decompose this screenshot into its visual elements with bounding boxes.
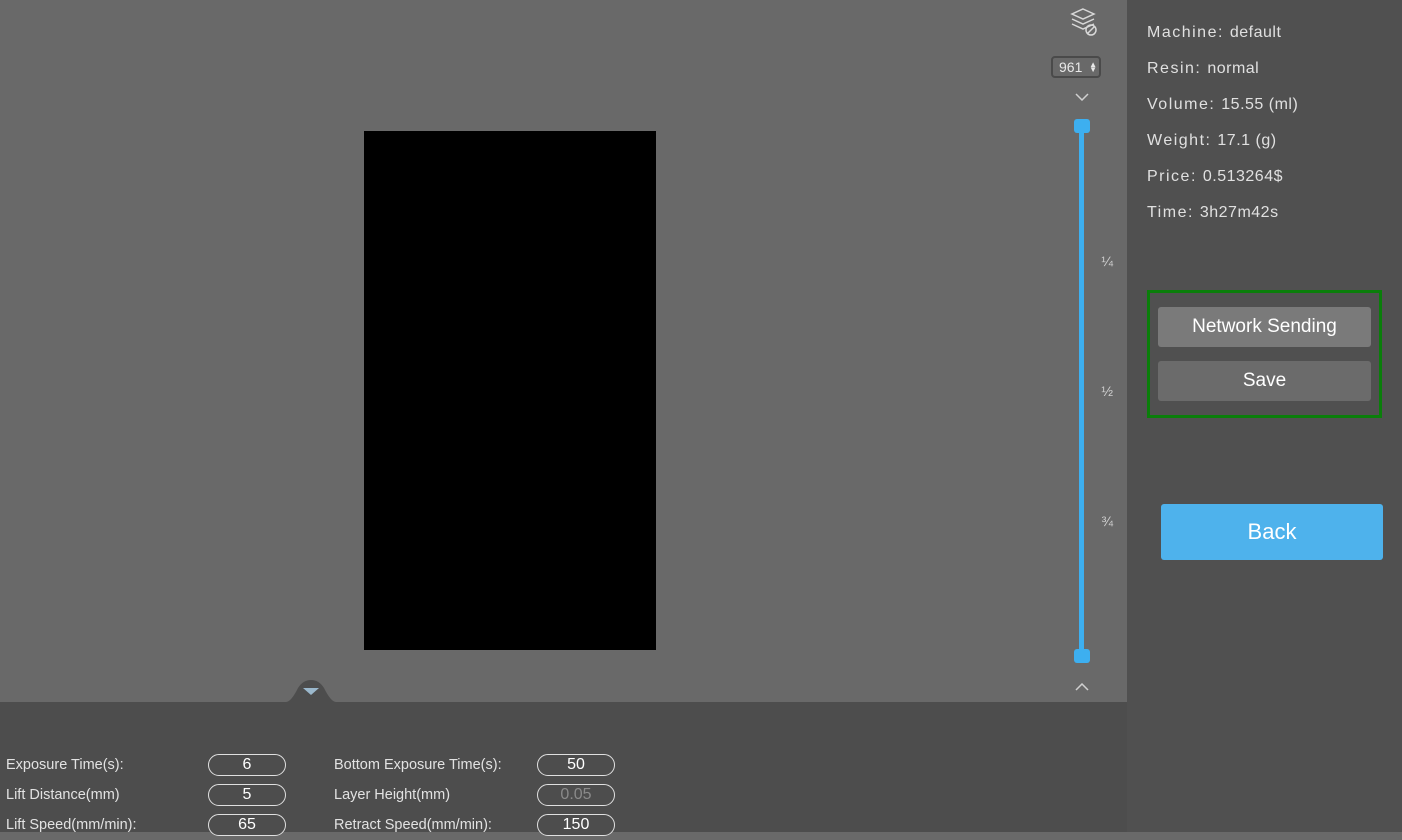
layer-number-value: 961 bbox=[1059, 59, 1082, 75]
lift-distance-label: Lift Distance(mm) bbox=[6, 787, 208, 803]
resin-info: Resin: normal bbox=[1147, 60, 1382, 78]
info-sidebar: Machine: default Resin: normal Volume: 1… bbox=[1127, 0, 1402, 832]
time-info: Time: 3h27m42s bbox=[1147, 204, 1382, 222]
chevron-down-icon[interactable] bbox=[1075, 88, 1089, 106]
layer-number-input[interactable]: 961 ▲▼ bbox=[1051, 56, 1101, 78]
exposure-time-input[interactable]: 6 bbox=[208, 754, 286, 776]
lift-speed-label: Lift Speed(mm/min): bbox=[6, 817, 208, 833]
slider-mark-three-quarter: ¾ bbox=[1101, 513, 1113, 529]
exposure-time-label: Exposure Time(s): bbox=[6, 757, 208, 773]
layer-height-label: Layer Height(mm) bbox=[334, 787, 537, 803]
save-button[interactable]: Save bbox=[1158, 361, 1371, 401]
bottom-exposure-input[interactable]: 50 bbox=[537, 754, 615, 776]
slider-mark-half: ½ bbox=[1101, 383, 1113, 399]
slice-preview[interactable] bbox=[364, 131, 656, 650]
layer-slider-track[interactable] bbox=[1079, 124, 1084, 658]
slider-mark-quarter: ¼ bbox=[1101, 253, 1113, 269]
back-button[interactable]: Back bbox=[1161, 504, 1383, 560]
volume-info: Volume: 15.55 (ml) bbox=[1147, 96, 1382, 114]
action-buttons-group: Network Sending Save bbox=[1147, 290, 1382, 418]
weight-info: Weight: 17.1 (g) bbox=[1147, 132, 1382, 150]
layers-icon[interactable] bbox=[1067, 6, 1099, 38]
spinner-arrows[interactable]: ▲▼ bbox=[1089, 62, 1097, 72]
layer-height-input: 0.05 bbox=[537, 784, 615, 806]
price-info: Price: 0.513264$ bbox=[1147, 168, 1382, 186]
panel-toggle-tab[interactable] bbox=[286, 680, 336, 702]
retract-speed-label: Retract Speed(mm/min): bbox=[334, 817, 537, 833]
retract-speed-input[interactable]: 150 bbox=[537, 814, 615, 836]
machine-info: Machine: default bbox=[1147, 24, 1382, 42]
network-sending-button[interactable]: Network Sending bbox=[1158, 307, 1371, 347]
lift-distance-input[interactable]: 5 bbox=[208, 784, 286, 806]
layer-slider-handle-bottom[interactable] bbox=[1074, 649, 1090, 663]
lift-speed-input[interactable]: 65 bbox=[208, 814, 286, 836]
parameters-panel: Exposure Time(s): 6 Bottom Exposure Time… bbox=[0, 702, 1127, 832]
preview-area: 961 ▲▼ ¼ ½ ¾ bbox=[0, 0, 1127, 702]
chevron-up-icon[interactable] bbox=[1075, 678, 1089, 696]
layer-slider-handle-top[interactable] bbox=[1074, 119, 1090, 133]
bottom-exposure-label: Bottom Exposure Time(s): bbox=[334, 757, 537, 773]
